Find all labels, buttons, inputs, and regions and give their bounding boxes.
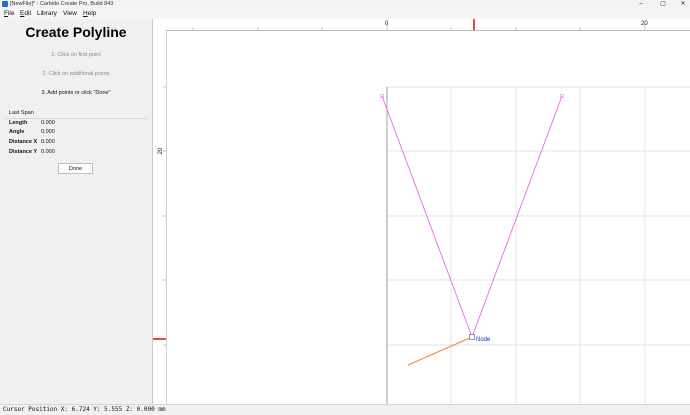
node-handle[interactable] (469, 334, 475, 340)
ruler-label-0: 0 (385, 21, 389, 27)
vertical-ruler-ticks (163, 86, 166, 346)
design-canvas[interactable]: 0 20 20 Node (0, 0, 690, 414)
status-bar: Cursor Position X: 6.724 Y: 5.555 Z: 0.0… (0, 404, 690, 415)
ruler-label-20: 20 (641, 21, 648, 27)
horizontal-ruler-ticks (192, 23, 646, 30)
polyline-path[interactable] (381, 95, 563, 339)
ruler-label-v20: 20 (158, 147, 164, 154)
stock-area (386, 86, 690, 404)
preview-segment (407, 336, 473, 366)
node-label: Node (476, 337, 491, 343)
